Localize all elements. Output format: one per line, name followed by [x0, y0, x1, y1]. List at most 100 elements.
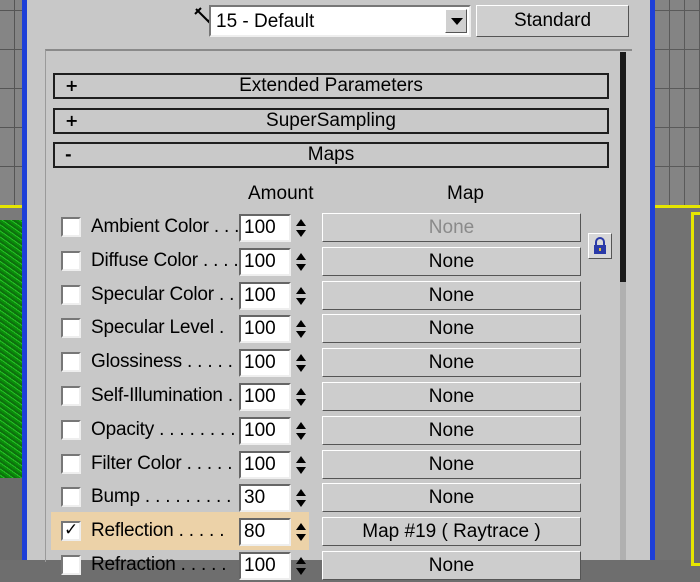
- amount-spinner[interactable]: [292, 417, 309, 445]
- spinner-up-icon[interactable]: [296, 388, 306, 395]
- map-enable-checkbox[interactable]: [61, 555, 81, 575]
- rollout-maps[interactable]: - Maps: [53, 142, 609, 168]
- map-channel-label: Glossiness . . . . .: [91, 351, 233, 372]
- material-type-button[interactable]: Standard: [476, 5, 629, 37]
- spinner-up-icon[interactable]: [296, 422, 306, 429]
- material-name-combo[interactable]: 15 - Default: [209, 5, 471, 37]
- rollout-title: Maps: [307, 144, 355, 165]
- amount-input[interactable]: 100: [239, 282, 291, 310]
- spinner-down-icon[interactable]: [296, 534, 306, 541]
- amount-spinner[interactable]: [292, 282, 309, 310]
- rollout-supersampling[interactable]: + SuperSampling: [53, 108, 609, 134]
- map-enable-checkbox[interactable]: [61, 420, 81, 440]
- amount-spinner[interactable]: [292, 349, 309, 377]
- map-enable-checkbox[interactable]: [61, 217, 81, 237]
- viewport-left: [0, 0, 22, 560]
- map-channel-label: Ambient Color . . .: [91, 216, 240, 237]
- material-editor-panel: 15 - Default Standard + Extended Paramet…: [27, 0, 650, 580]
- spinner-up-icon[interactable]: [296, 489, 306, 496]
- amount-input[interactable]: 80: [239, 518, 291, 546]
- amount-spinner[interactable]: [292, 451, 309, 479]
- map-slot-button[interactable]: None: [322, 450, 581, 479]
- map-channel-label: Self-Illumination .: [91, 385, 233, 406]
- spinner-down-icon[interactable]: [296, 568, 306, 575]
- spinner-down-icon[interactable]: [296, 433, 306, 440]
- map-slot-button[interactable]: None: [322, 416, 581, 445]
- chevron-down-icon[interactable]: [445, 9, 467, 33]
- map-row: Opacity . . . . . . . . 100 None: [27, 414, 627, 447]
- viewport-active: [691, 212, 700, 566]
- amount-spinner[interactable]: [292, 383, 309, 411]
- amount-spinner[interactable]: [292, 552, 309, 580]
- map-channel-label: Refraction . . . . .: [91, 554, 227, 575]
- spinner-up-icon[interactable]: [296, 320, 306, 327]
- map-channel-label: Opacity . . . . . . . .: [91, 419, 236, 440]
- map-slot-button[interactable]: None: [322, 213, 581, 242]
- panel-border-right: [650, 0, 655, 560]
- map-slot-button[interactable]: None: [322, 247, 581, 276]
- spinner-down-icon[interactable]: [296, 467, 306, 474]
- amount-spinner[interactable]: [292, 315, 309, 343]
- map-enable-checkbox[interactable]: [61, 285, 81, 305]
- amount-input[interactable]: 100: [239, 214, 291, 242]
- viewport-border: [655, 205, 700, 208]
- spinner-up-icon[interactable]: [296, 456, 306, 463]
- map-channel-label: Specular Color . .: [91, 284, 235, 305]
- amount-spinner[interactable]: [292, 214, 309, 242]
- spinner-down-icon[interactable]: [296, 365, 306, 372]
- map-channel-label: Specular Level .: [91, 317, 225, 338]
- map-enable-checkbox[interactable]: [61, 352, 81, 372]
- map-row: Diffuse Color . . . . 100 None: [27, 245, 627, 278]
- spinner-up-icon[interactable]: [296, 354, 306, 361]
- spinner-down-icon[interactable]: [296, 264, 306, 271]
- map-enable-checkbox[interactable]: [61, 386, 81, 406]
- map-row: Specular Color . . 100 None: [27, 279, 627, 312]
- spinner-down-icon[interactable]: [296, 230, 306, 237]
- map-enable-checkbox[interactable]: [61, 251, 81, 271]
- map-enable-checkbox[interactable]: [61, 318, 81, 338]
- map-slot-button[interactable]: None: [322, 483, 581, 512]
- column-header-amount: Amount: [248, 183, 314, 204]
- map-slot-button[interactable]: None: [322, 382, 581, 411]
- map-channel-label: Diffuse Color . . . .: [91, 250, 239, 271]
- amount-input[interactable]: 30: [239, 484, 291, 512]
- amount-input[interactable]: 100: [239, 248, 291, 276]
- amount-input[interactable]: 100: [239, 349, 291, 377]
- viewport-grid: [655, 0, 700, 205]
- spinner-up-icon[interactable]: [296, 219, 306, 226]
- amount-input[interactable]: 100: [239, 417, 291, 445]
- amount-spinner[interactable]: [292, 248, 309, 276]
- amount-spinner[interactable]: [292, 518, 309, 546]
- amount-spinner[interactable]: [292, 484, 309, 512]
- map-channel-label: Bump . . . . . . . . .: [91, 486, 232, 507]
- spinner-down-icon[interactable]: [296, 298, 306, 305]
- viewport-grid: [0, 0, 22, 205]
- map-slot-button[interactable]: Map #19 ( Raytrace ): [322, 517, 581, 546]
- spinner-up-icon[interactable]: [296, 557, 306, 564]
- map-enable-checkbox[interactable]: [61, 487, 81, 507]
- spinner-down-icon[interactable]: [296, 331, 306, 338]
- map-enable-checkbox[interactable]: ✓: [61, 520, 81, 541]
- expand-icon: +: [65, 111, 79, 130]
- spinner-down-icon[interactable]: [296, 399, 306, 406]
- spinner-up-icon[interactable]: [296, 287, 306, 294]
- map-slot-button[interactable]: None: [322, 281, 581, 310]
- amount-input[interactable]: 100: [239, 383, 291, 411]
- viewport-lower: [0, 478, 22, 560]
- rollout-extended-parameters[interactable]: + Extended Parameters: [53, 73, 609, 99]
- map-slot-button[interactable]: None: [322, 348, 581, 377]
- amount-input[interactable]: 100: [239, 451, 291, 479]
- spinner-up-icon[interactable]: [296, 523, 306, 530]
- map-row: Bump . . . . . . . . . 30 None: [27, 481, 627, 514]
- map-slot-button[interactable]: None: [322, 551, 581, 580]
- spinner-up-icon[interactable]: [296, 253, 306, 260]
- amount-input[interactable]: 100: [239, 315, 291, 343]
- map-channel-label: Reflection . . . . .: [91, 520, 225, 541]
- map-enable-checkbox[interactable]: [61, 454, 81, 474]
- material-name-value[interactable]: 15 - Default: [216, 11, 314, 33]
- lock-icon[interactable]: [588, 233, 612, 259]
- spinner-down-icon[interactable]: [296, 500, 306, 507]
- map-row: Ambient Color . . . 100 None: [27, 211, 627, 244]
- amount-input[interactable]: 100: [239, 552, 291, 580]
- map-slot-button[interactable]: None: [322, 314, 581, 343]
